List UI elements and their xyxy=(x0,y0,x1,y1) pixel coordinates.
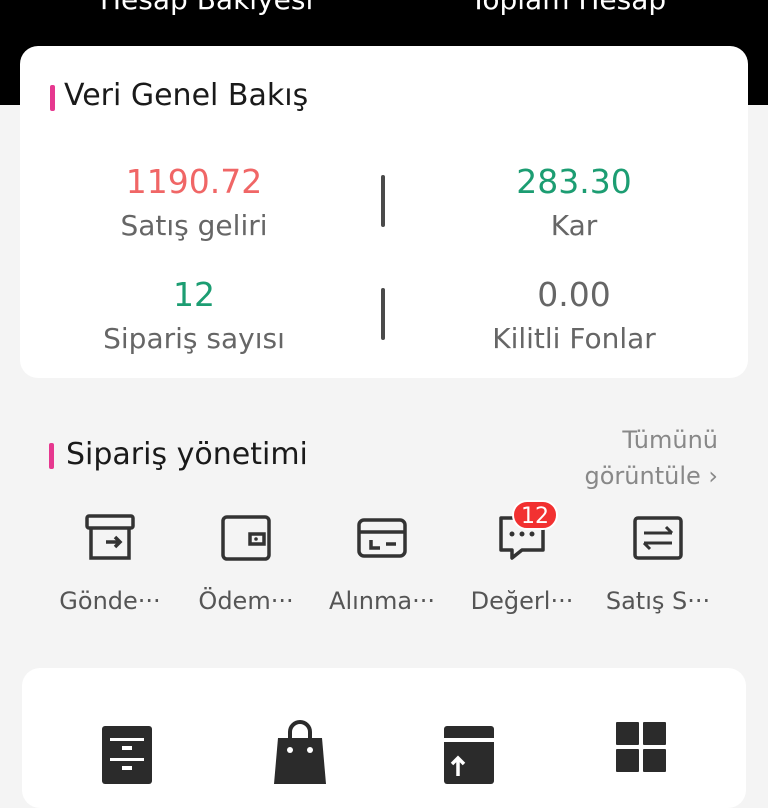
stats-divider xyxy=(381,288,385,340)
account-balance-label: Hesap Bakiyesi xyxy=(100,0,313,18)
profit-label: Kar xyxy=(550,209,598,242)
order-item-label: Ödem··· xyxy=(198,587,294,615)
locked-funds-value: 0.00 xyxy=(537,275,611,314)
data-overview-card: Veri Genel Bakış 1190.72 Satış geliri 28… xyxy=(20,46,748,378)
notification-badge: 12 xyxy=(512,500,558,530)
tools-card xyxy=(22,668,746,808)
view-all-link[interactable]: Tümünü görüntüle › xyxy=(562,422,718,494)
total-account-label: Toplam Hesap xyxy=(470,0,666,18)
shipping-box-icon xyxy=(85,514,135,560)
order-count-label: Sipariş sayısı xyxy=(103,322,285,355)
order-item-review[interactable]: 12 Değerl··· xyxy=(460,500,584,622)
order-count-value: 12 xyxy=(173,275,215,314)
chevron-right-icon: › xyxy=(708,462,718,490)
profit-value: 283.30 xyxy=(516,162,632,201)
section-accent-bar xyxy=(50,85,55,111)
wallet-icon xyxy=(221,515,271,561)
sales-revenue-value: 1190.72 xyxy=(125,162,263,201)
grid-icon[interactable] xyxy=(614,720,668,784)
stats-divider xyxy=(381,175,385,227)
locked-funds-label: Kilitli Fonlar xyxy=(492,322,656,355)
order-item-label: Değerl··· xyxy=(470,587,574,615)
order-item-payment[interactable]: Ödem··· xyxy=(184,512,308,622)
order-item-label: Satış S··· xyxy=(605,587,711,615)
receive-card-icon xyxy=(357,518,407,558)
sales-revenue-label: Satış geliri xyxy=(120,209,268,242)
cabinet-icon[interactable] xyxy=(100,724,154,784)
order-item-label: Alınma··· xyxy=(329,587,435,615)
order-management-title: Sipariş yönetimi xyxy=(66,437,308,472)
order-item-label: Gönde··· xyxy=(59,587,161,615)
order-item-after-sales[interactable]: Satış S··· xyxy=(596,512,720,622)
shopping-bag-icon[interactable] xyxy=(272,720,328,784)
upload-window-icon[interactable] xyxy=(442,724,496,784)
overview-title: Veri Genel Bakış xyxy=(64,78,309,113)
order-item-shipping[interactable]: Gönde··· xyxy=(48,512,172,622)
exchange-icon xyxy=(633,516,683,560)
order-item-receive[interactable]: Alınma··· xyxy=(320,512,444,622)
section-accent-bar xyxy=(49,443,54,469)
view-all-line1: Tümünü xyxy=(622,426,718,454)
view-all-line2: görüntüle xyxy=(584,462,701,490)
